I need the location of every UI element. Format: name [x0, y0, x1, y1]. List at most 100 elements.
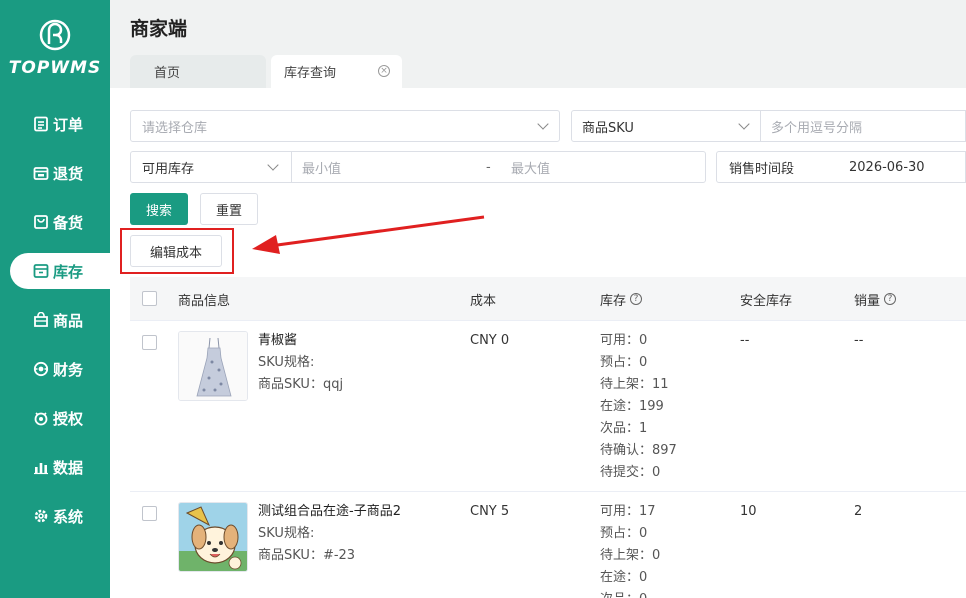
brand-name: TOPWMS [8, 58, 102, 78]
stock-pending-confirm: 待确认：897 [600, 443, 677, 458]
nav-item-system[interactable]: 系统 [0, 498, 110, 534]
nav-label: 库存 [53, 262, 84, 281]
chevron-down-icon [537, 118, 549, 130]
nav-item-inventory[interactable]: 库存 [10, 253, 110, 289]
row-checkbox[interactable] [142, 506, 157, 521]
sku-input[interactable]: 多个用逗号分隔 [760, 110, 966, 142]
stock-type-select[interactable]: 可用库存 [130, 151, 292, 183]
search-button[interactable]: 搜索 [130, 193, 188, 225]
page-title: 商家端 [130, 18, 188, 40]
dress-image [179, 332, 247, 400]
nav-label: 系统 [53, 507, 84, 526]
col-safety-stock: 安全库存 [740, 293, 793, 309]
tab-inventory-query[interactable]: 库存查询 × [271, 55, 402, 88]
nav-label: 数据 [53, 458, 84, 477]
range-separator: - [486, 159, 491, 175]
product-sku: 商品SKU：qqj [258, 377, 344, 392]
col-sales-label: 销量 [854, 293, 881, 309]
min-value-field[interactable]: 最小值 [302, 158, 341, 177]
stocking-icon [34, 215, 48, 229]
stock-reserved: 预占：0 [600, 355, 648, 370]
col-stock: 库存 ? [600, 277, 643, 321]
sidebar: TOPWMS 订单 退货 备货 库存 商品 财务 授权 数据 系统 [0, 0, 110, 598]
warehouse-select[interactable]: 请选择仓库 [130, 110, 560, 142]
header: 商家端 首页 库存查询 × [110, 0, 966, 88]
order-icon [34, 116, 48, 132]
product-name[interactable]: 青椒酱 [258, 330, 343, 352]
dog-cartoon-image [179, 503, 247, 571]
stock-detail: 可用：0 预占：0 待上架：11 在途：199 次品：1 待确认：897 待提交… [600, 330, 677, 484]
annotation-arrow-icon [252, 215, 485, 254]
sku-placeholder: 多个用逗号分隔 [771, 120, 863, 136]
col-product: 商品信息 [178, 293, 231, 309]
sales-period-label: 销售时间段 [729, 161, 795, 177]
sku-type-value: 商品SKU [582, 120, 634, 136]
finance-icon [33, 361, 49, 377]
sales-period-date[interactable]: 2026-06-30 [849, 160, 925, 175]
close-icon[interactable]: × [378, 65, 390, 77]
help-icon[interactable]: ? [884, 293, 897, 305]
tab-label: 库存查询 [284, 66, 337, 81]
nav-label: 授权 [53, 409, 84, 428]
chevron-down-icon [738, 118, 750, 130]
return-icon [33, 167, 49, 180]
stock-available: 可用：17 [600, 504, 656, 519]
inventory-icon [33, 264, 49, 278]
cost-value: CNY 5 [470, 504, 510, 519]
annotation-highlight-box [120, 228, 234, 274]
sku-spec: SKU规格: [258, 355, 315, 370]
product-info: 青椒酱 SKU规格: 商品SKU：qqj [258, 330, 343, 396]
nav-label: 财务 [53, 360, 84, 379]
stock-type-value: 可用库存 [142, 161, 195, 177]
table-row: 青椒酱 SKU规格: 商品SKU：qqj CNY 0 可用：0 预占：0 待上架… [130, 321, 966, 492]
nav-item-order[interactable]: 订单 [0, 106, 110, 142]
tab-label: 首页 [154, 66, 181, 81]
table-header: 商品信息 成本 库存 ? 安全库存 销量 ? [130, 277, 966, 321]
stock-defective: 次品：1 [600, 421, 648, 436]
product-icon [34, 312, 48, 327]
sales-value: -- [854, 333, 864, 348]
col-sales: 销量 ? [854, 277, 897, 321]
sales-period-field[interactable]: 销售时间段 2026-06-30 [716, 151, 966, 183]
chevron-down-icon [267, 159, 279, 171]
stock-detail: 可用：17 预占：0 待上架：0 在途：0 次品：0 [600, 501, 660, 598]
stock-in-transit: 在途：0 [600, 570, 648, 585]
stock-range-input[interactable]: 最小值 - 最大值 [291, 151, 706, 183]
logo-icon [39, 19, 71, 51]
nav-label: 商品 [53, 311, 84, 330]
product-name[interactable]: 测试组合品在途-子商品2 [258, 501, 401, 523]
select-all-checkbox[interactable] [142, 291, 157, 306]
col-stock-label: 库存 [600, 293, 627, 309]
stock-reserved: 预占：0 [600, 526, 648, 541]
product-thumbnail[interactable] [178, 331, 248, 401]
product-sku: 商品SKU：#-23 [258, 548, 356, 563]
sku-spec: SKU规格: [258, 526, 315, 541]
tab-home[interactable]: 首页 [130, 55, 266, 88]
logo: TOPWMS [0, 18, 110, 78]
product-info: 测试组合品在途-子商品2 SKU规格: 商品SKU：#-23 [258, 501, 401, 567]
stock-pending-submit: 待提交：0 [600, 465, 661, 480]
system-icon [34, 509, 48, 523]
max-value-field[interactable]: 最大值 [511, 158, 550, 177]
nav-label: 备货 [53, 213, 84, 232]
table-row: 测试组合品在途-子商品2 SKU规格: 商品SKU：#-23 CNY 5 可用：… [130, 492, 966, 598]
nav-item-data[interactable]: 数据 [0, 449, 110, 485]
stock-available: 可用：0 [600, 333, 648, 348]
main-content: 请选择仓库 商品SKU 多个用逗号分隔 可用库存 最小值 - 最大值 销售时间段… [110, 88, 966, 598]
cost-value: CNY 0 [470, 333, 510, 348]
nav-item-stocking[interactable]: 备货 [0, 204, 110, 240]
nav-label: 订单 [53, 115, 84, 134]
safety-stock-value: 10 [740, 504, 757, 519]
nav-item-return[interactable]: 退货 [0, 155, 110, 191]
product-thumbnail[interactable] [178, 502, 248, 572]
warehouse-placeholder: 请选择仓库 [142, 120, 208, 136]
help-icon[interactable]: ? [630, 293, 643, 305]
row-checkbox[interactable] [142, 335, 157, 350]
sku-type-select[interactable]: 商品SKU [571, 110, 761, 142]
nav-item-auth[interactable]: 授权 [0, 400, 110, 436]
stock-in-transit: 在途：199 [600, 399, 664, 414]
nav-label: 退货 [53, 164, 84, 183]
nav-item-finance[interactable]: 财务 [0, 351, 110, 387]
nav-item-product[interactable]: 商品 [0, 302, 110, 338]
stock-pending-shelf: 待上架：11 [600, 377, 669, 392]
